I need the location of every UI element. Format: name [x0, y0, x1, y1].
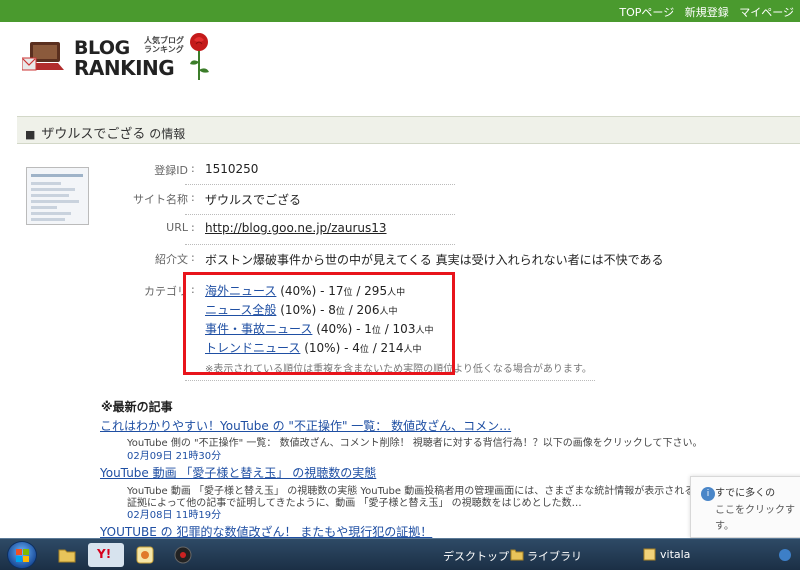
article-title-link[interactable]: YouTube 動画 「愛子様と替え玉」 の視聴数の実態: [100, 464, 376, 481]
category-label: カテゴリ: [144, 285, 188, 298]
section-marker: ■: [25, 128, 36, 141]
url-label: URL: [166, 221, 188, 234]
nav-register[interactable]: 新規登録: [685, 6, 729, 19]
desktop-label[interactable]: デスクトップ: [443, 548, 509, 564]
vitala-label[interactable]: vitala: [660, 548, 690, 561]
nav-top-page[interactable]: TOPページ: [619, 6, 674, 19]
library-label[interactable]: ライブラリ: [527, 548, 582, 564]
top-nav-bar: TOPページ 新規登録 マイページ: [0, 0, 800, 22]
app-icon[interactable]: [136, 546, 154, 564]
blog-ranking-logo[interactable]: BLOG 人気ブログ ランキング RANKING: [18, 30, 218, 82]
windows-taskbar: Y! デスクトップ ライブラリ vitala: [0, 538, 800, 570]
divider: [185, 244, 455, 245]
divider: [185, 380, 595, 381]
rose-icon: [190, 33, 209, 80]
id-value: 1510250: [205, 162, 259, 176]
notification-line1: すでに多くの: [715, 488, 776, 499]
notification-popup[interactable]: i すでに多くの ここをクリックす す。: [690, 476, 800, 538]
site-thumbnail[interactable]: [26, 167, 89, 225]
intro-label: 紹介文: [155, 253, 188, 266]
windows-logo-icon: [16, 549, 29, 562]
logo-tagline: 人気ブログ ランキング: [144, 36, 184, 54]
laptop-icon: [22, 42, 64, 71]
url-link[interactable]: http://blog.goo.ne.jp/zaurus13: [205, 221, 387, 235]
top-nav: TOPページ 新規登録 マイページ: [612, 4, 794, 20]
yahoo-icon: Y!: [97, 547, 112, 561]
section-site-name: ザウルスでござる: [41, 127, 146, 142]
info-icon: i: [701, 487, 715, 501]
yahoo-toolbar-button[interactable]: Y!: [88, 543, 124, 567]
divider: [185, 214, 455, 215]
nav-my-page[interactable]: マイページ: [739, 6, 794, 19]
article-date: 02月08日 11時19分: [127, 510, 222, 521]
article-title-link[interactable]: これはわかりやすい！YouTube の "不正操作" 一覧： 数値改ざん、コメン…: [100, 417, 511, 434]
library-icon: [510, 549, 524, 561]
separator: :: [191, 191, 195, 204]
intro-value: ボストン爆破事件から世の中が見えてくる 真実は受け入れられない者には不快である: [205, 253, 664, 267]
tray-icon[interactable]: [778, 548, 792, 562]
separator: :: [191, 221, 195, 234]
section-header: ■ ザウルスでござる の情報: [17, 116, 800, 144]
media-icon[interactable]: [174, 546, 192, 564]
notification-line3: す。: [715, 521, 734, 532]
folder-icon[interactable]: [58, 547, 76, 563]
section-title-suffix: の情報: [145, 127, 186, 141]
id-label: 登録ID: [154, 164, 188, 177]
logo-ranking-text: RANKING: [74, 56, 175, 80]
separator: :: [191, 162, 195, 175]
notification-line2[interactable]: ここをクリックす: [715, 501, 795, 516]
red-highlight-box: [183, 272, 455, 375]
latest-articles-heading: ※最新の記事: [101, 400, 173, 414]
separator: :: [191, 251, 195, 264]
article-date: 02月09日 21時30分: [127, 451, 222, 462]
document-icon: [643, 548, 656, 561]
site-label: サイト名称: [133, 193, 188, 206]
divider: [185, 184, 455, 185]
start-button[interactable]: [7, 541, 37, 569]
section-title: ■ ザウルスでござる の情報: [25, 123, 185, 142]
site-value: ザウルスでござる: [205, 193, 302, 207]
